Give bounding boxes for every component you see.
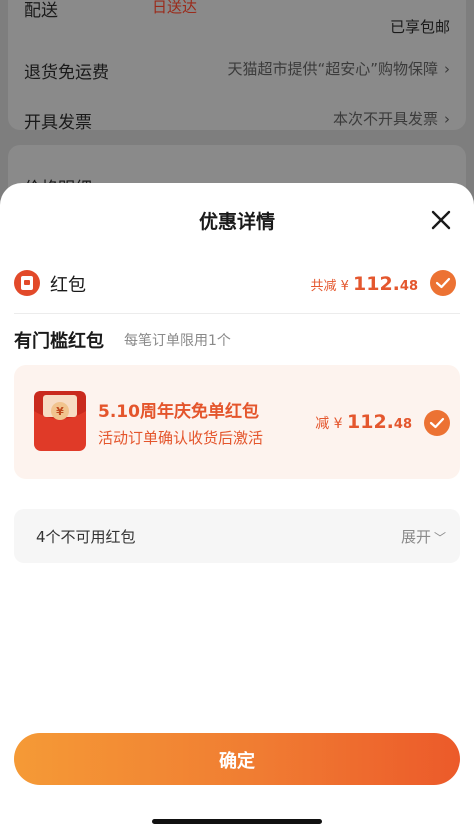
coupon-description: 活动订单确认收货后激活 xyxy=(98,429,264,447)
hongbao-row[interactable]: 红包 共减 ¥ 112.48 xyxy=(14,268,456,298)
coupon-title: 5.10周年庆免单红包 xyxy=(98,402,259,422)
section-title: 有门槛红包 xyxy=(14,331,104,352)
coupon-check-icon[interactable] xyxy=(424,410,450,436)
divider xyxy=(14,313,460,314)
close-icon xyxy=(431,210,451,230)
return-shipping-label: 退货免运费 xyxy=(24,63,109,83)
hongbao-check-icon[interactable] xyxy=(430,270,456,296)
coupon-card[interactable]: ¥ 5.10周年庆免单红包 活动订单确认收货后激活 减 ¥ 112.48 xyxy=(14,365,460,479)
chevron-down-icon: ﹀ xyxy=(433,531,446,545)
hongbao-total: 共减 ¥ 112.48 xyxy=(310,273,418,295)
unavailable-hongbao-row[interactable]: 4个不可用红包 展开 ﹀ xyxy=(14,509,460,563)
section-subtitle: 每笔订单限用1个 xyxy=(124,333,231,349)
hongbao-label: 红包 xyxy=(50,275,86,296)
svg-text:¥: ¥ xyxy=(56,405,64,418)
coupon-amount: 减 ¥ 112.48 xyxy=(315,411,412,433)
return-shipping-value: 天猫超市提供“超安心”购物保障 › xyxy=(227,60,450,78)
invoice-value: 本次不开具发票 › xyxy=(332,110,450,128)
delivery-value: 日送达 xyxy=(152,0,198,16)
unavailable-label: 4个不可用红包 xyxy=(36,528,136,546)
discount-detail-sheet: 优惠详情 红包 共减 ¥ 112.48 有门槛红包 每笔订单限用1个 ¥ 5.1… xyxy=(0,183,474,832)
home-indicator xyxy=(152,819,322,824)
red-envelope-icon: ¥ xyxy=(34,391,86,451)
chevron-right-icon: › xyxy=(444,60,450,78)
confirm-label: 确定 xyxy=(219,751,255,772)
delivery-label: 配送 xyxy=(24,1,58,21)
red-packet-icon xyxy=(14,270,40,296)
chevron-right-icon: › xyxy=(444,110,450,128)
confirm-button[interactable]: 确定 xyxy=(14,733,460,785)
shipping-note: 已享包邮 xyxy=(389,18,450,36)
sheet-title: 优惠详情 xyxy=(198,211,275,233)
expand-toggle[interactable]: 展开 ﹀ xyxy=(401,526,446,547)
close-button[interactable] xyxy=(430,209,452,231)
invoice-label: 开具发票 xyxy=(24,113,92,133)
